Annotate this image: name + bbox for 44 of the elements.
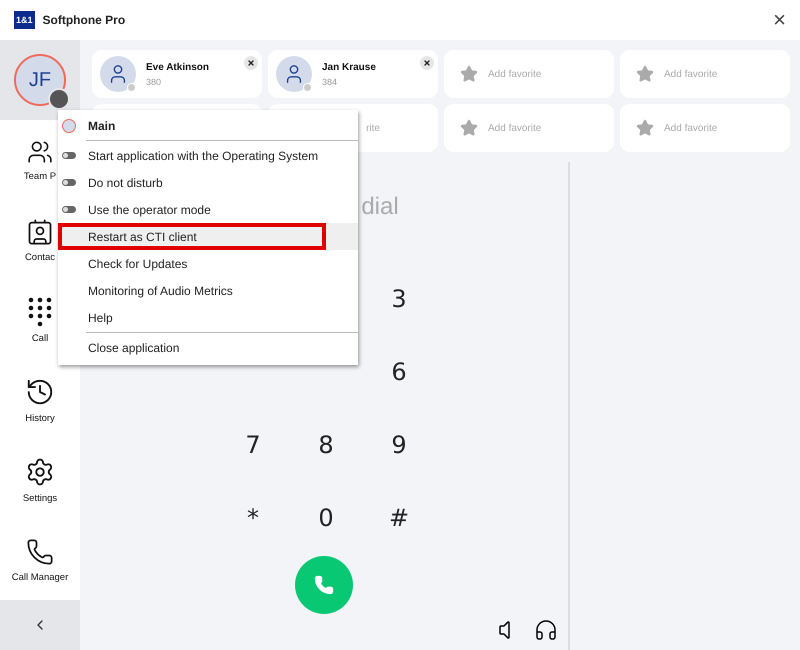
dial-key[interactable]: 8 (318, 430, 334, 458)
contact-card-icon (26, 218, 54, 246)
phone-icon (314, 575, 334, 595)
window-title: Softphone Pro (42, 13, 126, 27)
add-favorite-label: Add favorite (664, 68, 718, 80)
toggle-switch[interactable] (62, 152, 76, 159)
avatar-icon (62, 118, 76, 132)
add-favorite-label: Add favorite (488, 68, 542, 80)
remove-button[interactable] (244, 56, 258, 70)
dial-key[interactable]: 7 (245, 430, 261, 458)
contact-avatar (100, 56, 136, 92)
close-icon (247, 59, 255, 67)
settings-icon (25, 456, 55, 486)
close-button[interactable]: × (773, 7, 786, 33)
star-icon (636, 65, 654, 83)
star-icon (460, 119, 478, 137)
headset-icon[interactable] (534, 618, 558, 642)
contact-name: Eve Atkinson (146, 62, 209, 72)
dial-key[interactable]: 3 (391, 284, 407, 312)
phone-icon (26, 538, 54, 566)
contact-name: Jan Krause (322, 62, 376, 72)
add-favorite-label: rite (366, 122, 380, 134)
add-favorite-label: Add favorite (664, 122, 718, 134)
dial-key[interactable]: 9 (391, 430, 407, 458)
dial-key[interactable]: * (247, 504, 259, 532)
contact-avatar (276, 56, 312, 92)
toggle-switch[interactable] (62, 206, 76, 213)
menu-item[interactable]: Restart as CTI client (58, 223, 358, 250)
dial-key[interactable]: 6 (391, 358, 407, 386)
favorite-card[interactable]: Eve Atkinson 380 (92, 50, 262, 98)
remove-button[interactable] (420, 56, 434, 70)
dialpad-icon (28, 296, 52, 326)
team-icon (27, 138, 53, 164)
close-icon (423, 59, 431, 67)
star-icon (636, 119, 654, 137)
favorite-card[interactable]: Jan Krause 384 (268, 50, 438, 98)
dial-key[interactable]: # (388, 504, 410, 532)
add-favorite-label: Add favorite (488, 122, 542, 134)
toggle-switch[interactable] (62, 179, 76, 186)
star-icon (460, 65, 478, 83)
contact-number: 380 (146, 76, 162, 86)
app-logo: 1&1 (14, 11, 35, 29)
dial-key[interactable]: 0 (318, 504, 334, 532)
contact-number: 384 (322, 76, 338, 86)
